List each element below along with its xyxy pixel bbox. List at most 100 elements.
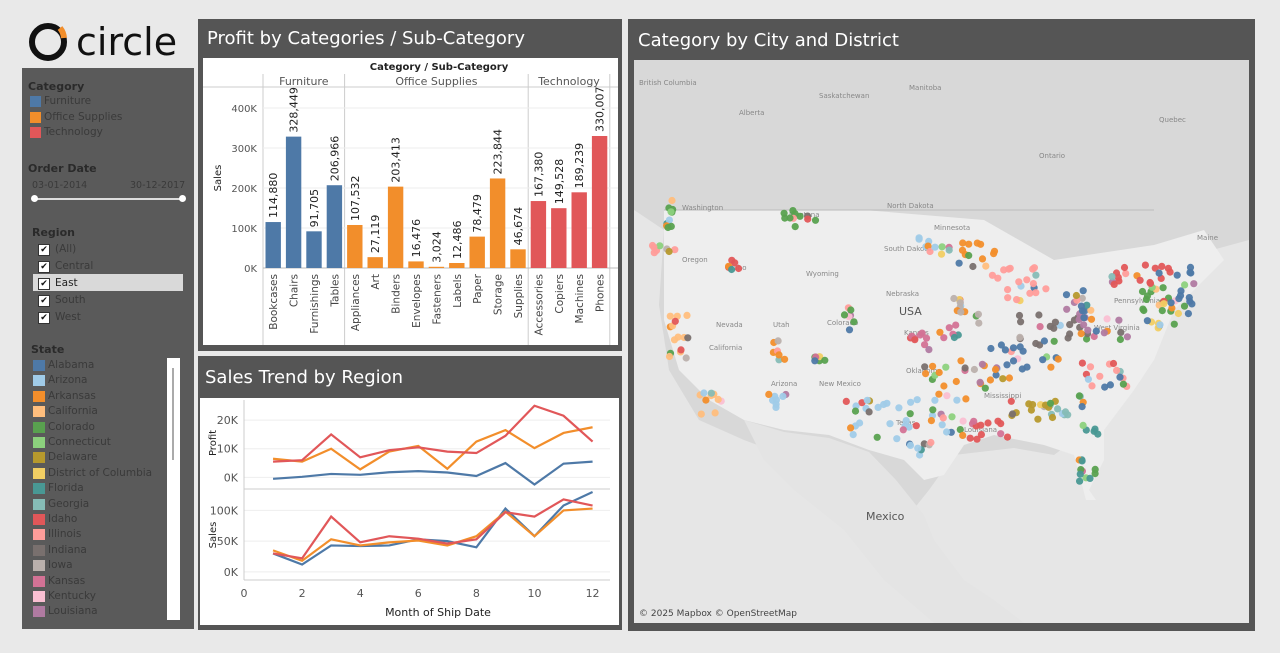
city-point[interactable] (895, 404, 903, 412)
city-point[interactable] (938, 421, 946, 429)
city-point[interactable] (1079, 287, 1087, 295)
city-point[interactable] (677, 346, 685, 354)
city-point[interactable] (1156, 321, 1164, 329)
city-point[interactable] (916, 331, 924, 339)
city-point[interactable] (874, 403, 882, 411)
city-point[interactable] (899, 426, 907, 434)
city-point[interactable] (700, 389, 708, 397)
city-point[interactable] (664, 223, 672, 232)
city-point[interactable] (1015, 311, 1024, 320)
city-point[interactable] (950, 333, 958, 342)
city-point[interactable] (775, 351, 783, 359)
city-point[interactable] (1001, 346, 1009, 354)
city-point[interactable] (1158, 262, 1166, 270)
city-point[interactable] (922, 334, 931, 342)
us-city-map[interactable]: British Columbia Alberta Saskatchewan Manit… (634, 60, 1249, 623)
city-point[interactable] (906, 441, 915, 449)
city-point[interactable] (1072, 291, 1080, 300)
city-point[interactable] (935, 368, 943, 377)
state-legend-item[interactable]: Kentucky (48, 590, 96, 602)
city-point[interactable] (973, 435, 981, 443)
order-date-slider-track[interactable] (34, 198, 184, 200)
bar[interactable] (347, 224, 363, 268)
city-point[interactable] (1007, 397, 1015, 405)
city-point[interactable] (978, 360, 986, 368)
city-point[interactable] (940, 382, 948, 390)
city-point[interactable] (1084, 326, 1092, 334)
city-point[interactable] (1190, 280, 1198, 288)
city-point[interactable] (1048, 413, 1057, 422)
city-point[interactable] (1174, 309, 1182, 318)
state-legend-item[interactable]: Florida (48, 482, 84, 494)
city-point[interactable] (1051, 318, 1059, 326)
city-point[interactable] (1047, 363, 1055, 371)
city-point[interactable] (1117, 328, 1125, 336)
city-point[interactable] (991, 365, 1000, 374)
bar[interactable] (551, 208, 567, 268)
city-point[interactable] (961, 364, 969, 372)
city-point[interactable] (779, 392, 787, 400)
city-point[interactable] (668, 196, 676, 205)
city-point[interactable] (674, 333, 682, 341)
city-point[interactable] (1004, 286, 1012, 294)
bar[interactable] (265, 222, 281, 268)
city-point[interactable] (811, 216, 820, 224)
bar[interactable] (449, 263, 465, 268)
city-point[interactable] (911, 336, 919, 344)
city-point[interactable] (970, 417, 978, 425)
city-point[interactable] (1138, 287, 1147, 296)
city-point[interactable] (1046, 399, 1055, 407)
city-point[interactable] (850, 318, 858, 326)
region-checkbox[interactable]: ✔ (38, 261, 50, 273)
city-point[interactable] (994, 417, 1002, 425)
city-point[interactable] (922, 370, 930, 378)
city-point[interactable] (697, 410, 705, 418)
city-point[interactable] (902, 417, 910, 425)
city-point[interactable] (845, 326, 854, 334)
city-point[interactable] (1015, 278, 1023, 286)
city-point[interactable] (1115, 316, 1123, 324)
city-point[interactable] (1160, 300, 1168, 308)
city-point[interactable] (648, 241, 657, 250)
city-point[interactable] (912, 422, 920, 430)
city-point[interactable] (957, 308, 965, 316)
city-point[interactable] (1140, 306, 1148, 315)
state-legend-scrollbar[interactable] (167, 358, 180, 620)
city-point[interactable] (1032, 289, 1040, 297)
city-point[interactable] (970, 365, 978, 374)
city-point[interactable] (1016, 333, 1024, 341)
city-point[interactable] (1008, 410, 1017, 418)
city-point[interactable] (840, 311, 849, 319)
city-point[interactable] (1113, 366, 1121, 374)
city-point[interactable] (927, 438, 935, 447)
city-point[interactable] (1109, 359, 1118, 368)
city-point[interactable] (847, 306, 855, 314)
city-point[interactable] (1005, 265, 1013, 273)
state-legend-item[interactable]: Alabama (48, 359, 94, 371)
city-point[interactable] (707, 389, 715, 397)
city-point[interactable] (1042, 285, 1050, 293)
city-point[interactable] (913, 396, 921, 404)
city-point[interactable] (765, 390, 773, 398)
bar[interactable] (306, 231, 322, 268)
city-point[interactable] (1164, 264, 1172, 272)
city-point[interactable] (1170, 320, 1178, 328)
city-point[interactable] (684, 334, 692, 342)
city-point[interactable] (1023, 276, 1031, 284)
city-point[interactable] (939, 414, 947, 422)
city-point[interactable] (950, 294, 958, 303)
state-scroll-thumb[interactable] (172, 368, 174, 460)
city-point[interactable] (1188, 300, 1196, 308)
region-checkbox[interactable]: ✔ (38, 295, 50, 307)
city-point[interactable] (1054, 405, 1062, 413)
city-point[interactable] (714, 395, 722, 403)
region-option-label[interactable]: South (55, 294, 86, 306)
city-point[interactable] (1039, 356, 1047, 364)
city-point[interactable] (1110, 280, 1118, 288)
city-point[interactable] (974, 310, 982, 318)
city-point[interactable] (1119, 380, 1127, 388)
state-legend-item[interactable]: Louisiana (48, 605, 98, 617)
city-point[interactable] (1084, 375, 1092, 383)
state-legend-item[interactable]: Arkansas (48, 390, 96, 402)
city-point[interactable] (999, 375, 1007, 383)
